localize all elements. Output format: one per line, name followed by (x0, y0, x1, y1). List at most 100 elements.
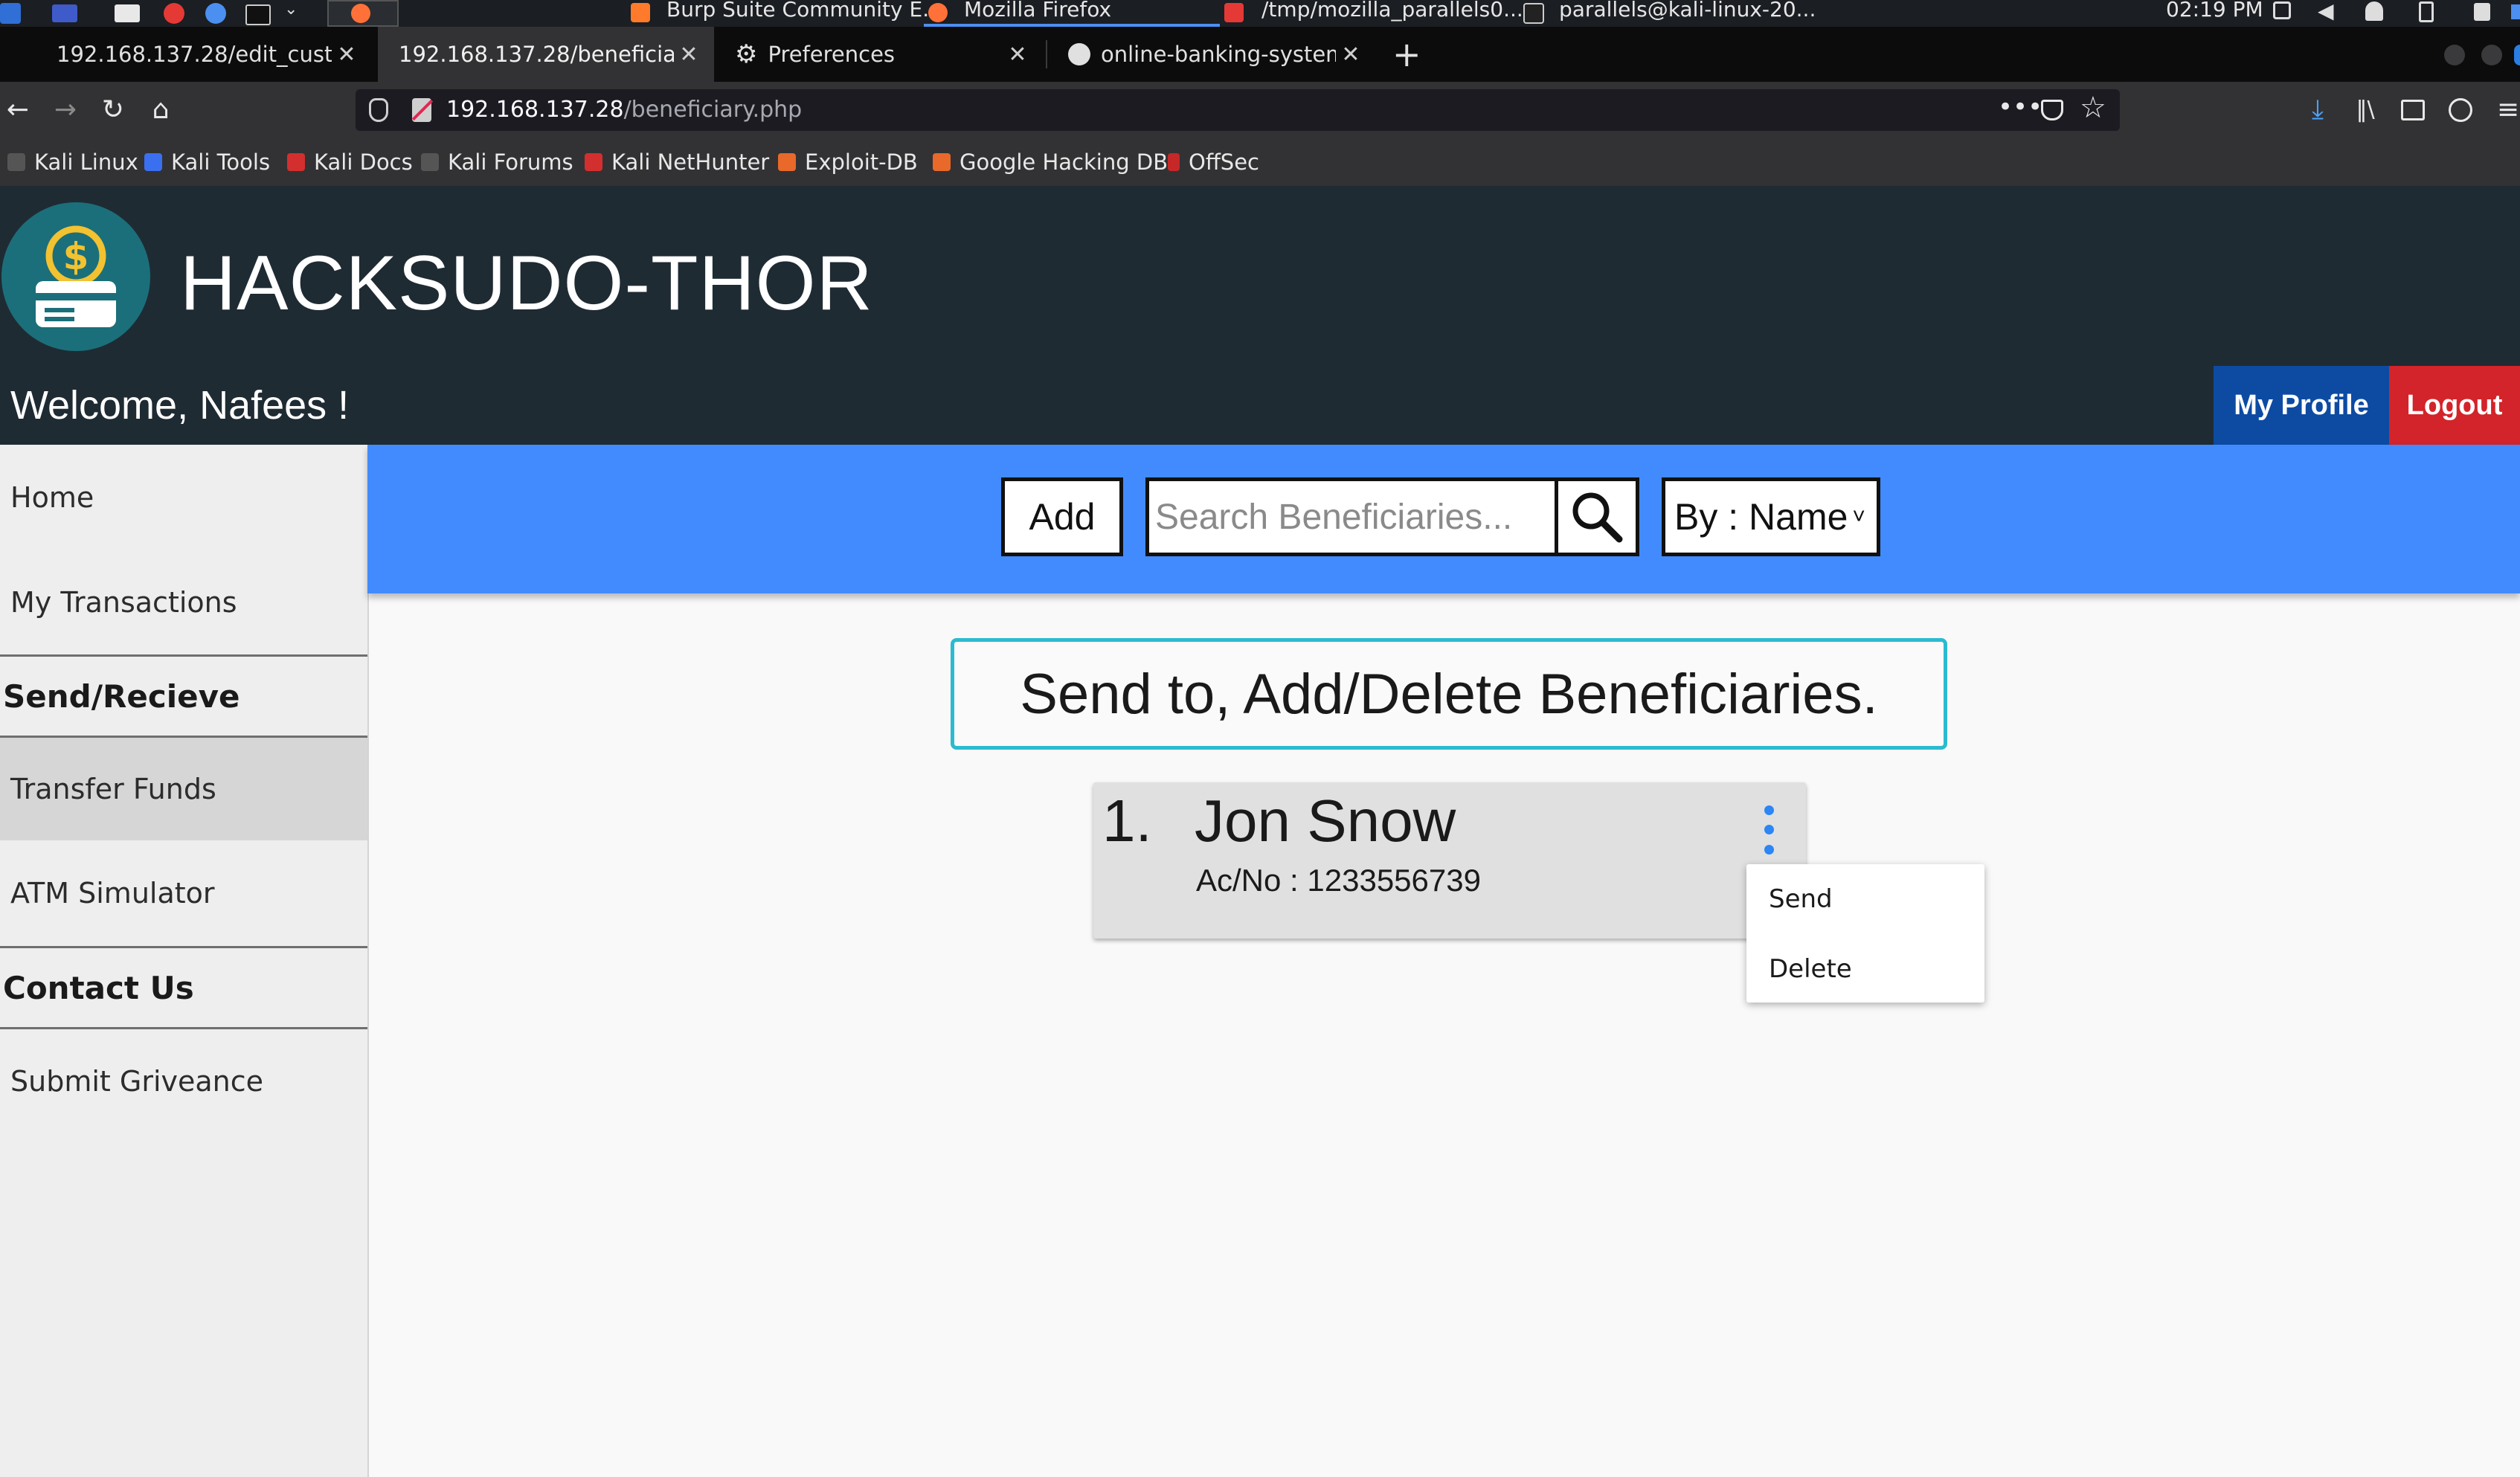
logout-button[interactable]: Logout (2389, 366, 2520, 445)
display-icon[interactable] (2273, 1, 2291, 19)
bookmarks-bar: Kali Linux Kali Tools Kali Docs Kali For… (0, 138, 2520, 186)
bookmark-kali-nethunter[interactable]: Kali NetHunter (585, 138, 769, 186)
sidebar-heading-contact: Contact Us (3, 969, 194, 1006)
tab-title: 192.168.137.28/beneficiary.p (399, 42, 674, 67)
bookmark-label: Exploit-DB (805, 149, 918, 175)
close-icon[interactable]: ✕ (674, 42, 704, 68)
firefox-icon (351, 4, 370, 23)
sidebar-toggle-icon[interactable] (2401, 100, 2425, 120)
sidebar-item-transactions[interactable]: My Transactions (0, 550, 367, 654)
taskbar-app-burp[interactable]: Burp Suite Community E... (666, 0, 942, 22)
window-maximize-button[interactable] (2481, 45, 2502, 65)
bookmark-kali-forums[interactable]: Kali Forums (421, 138, 573, 186)
url-text[interactable]: 192.168.137.28/beneficiary.php (446, 89, 802, 131)
bookmark-label: Google Hacking DB (960, 149, 1169, 175)
beneficiary-name: Jon Snow (1195, 788, 1456, 854)
power-icon[interactable] (2511, 4, 2520, 19)
site-title: HACKSUDO-THOR (180, 240, 873, 326)
sidebar-item-atm-simulator[interactable]: ATM Simulator (0, 840, 367, 946)
volume-icon[interactable]: ◀ (2318, 0, 2334, 23)
chevron-down-icon[interactable]: ⌄ (284, 0, 298, 19)
tab-beneficiary[interactable]: 192.168.137.28/beneficiary.p ✕ (378, 27, 714, 82)
close-icon[interactable]: ✕ (1003, 42, 1032, 68)
beneficiary-card[interactable]: 1. Jon Snow Ac/No : 1233556739 (1093, 782, 1806, 939)
window-close-button[interactable] (2514, 45, 2520, 65)
shield-icon[interactable] (369, 98, 388, 122)
kali-menu-icon[interactable] (0, 3, 21, 24)
bookmark-kali-docs[interactable]: Kali Docs (287, 138, 413, 186)
bookmark-exploit-db[interactable]: Exploit-DB (778, 138, 918, 186)
bookmark-kali-linux[interactable]: Kali Linux (7, 138, 138, 186)
taskbar-app-tmp[interactable]: /tmp/mozilla_parallels0... (1261, 0, 1523, 22)
forward-icon[interactable]: → (48, 92, 83, 128)
tab-github[interactable]: online-banking-system/m ✕ (1047, 27, 1376, 82)
page-actions-icon[interactable]: ••• (1998, 92, 2042, 122)
bookmark-offsec[interactable]: OffSec (1168, 138, 1259, 186)
download-icon[interactable]: ⤓ (2300, 92, 2336, 128)
bookmark-kali-tools[interactable]: Kali Tools (144, 138, 270, 186)
library-icon[interactable]: ‖\ (2347, 92, 2383, 128)
active-window-thumb[interactable] (327, 0, 399, 27)
url-host: 192.168.137.28 (446, 97, 624, 123)
text-editor-icon[interactable] (164, 3, 184, 24)
sidebar-item-submit-grievance[interactable]: Submit Griveance (0, 1029, 367, 1133)
page-heading: Send to, Add/Delete Beneficiaries. (951, 638, 1947, 750)
tab-title: Preferences (768, 42, 896, 67)
clock[interactable]: 02:19 PM (2166, 0, 2263, 22)
terminal-icon[interactable] (245, 4, 271, 25)
tab-preferences[interactable]: ⚙ Preferences ✕ (714, 27, 1043, 82)
battery-icon[interactable] (2419, 1, 2434, 22)
pocket-icon[interactable] (2041, 100, 2063, 120)
welcome-message: Welcome, Nafees ! (10, 383, 350, 428)
workspace-icon[interactable] (52, 4, 77, 22)
bookmark-google-hacking-db[interactable]: Google Hacking DB (933, 138, 1168, 186)
bookmark-label: Kali Forums (448, 149, 573, 175)
tab-title: online-banking-system/m (1101, 42, 1336, 67)
lock-insecure-icon[interactable] (411, 98, 434, 122)
sidebar: Home My Transactions Send/Recieve Transf… (0, 445, 369, 1477)
search-icon (1572, 492, 1623, 543)
more-options-icon[interactable] (1746, 800, 1791, 860)
menu-item-send[interactable]: Send (1746, 866, 1984, 933)
strike-icon (411, 99, 434, 121)
os-taskbar: ⌄ Burp Suite Community E... Mozilla Fire… (0, 0, 2520, 27)
hamburger-menu-icon[interactable]: ≡ (2496, 92, 2520, 128)
bookmark-label: Kali Docs (314, 149, 413, 175)
menu-item-delete[interactable]: Delete (1746, 936, 1984, 1003)
sidebar-item-home[interactable]: Home (0, 445, 367, 550)
add-beneficiary-button[interactable]: Add (1001, 477, 1123, 556)
notification-bell-icon[interactable] (2365, 1, 2383, 21)
back-icon[interactable]: ← (0, 92, 36, 128)
close-icon[interactable]: ✕ (1336, 42, 1366, 68)
sidebar-item-transfer-funds[interactable]: Transfer Funds (0, 738, 367, 840)
search-button[interactable] (1555, 477, 1639, 556)
my-profile-button[interactable]: My Profile (2214, 366, 2389, 445)
new-tab-button[interactable]: + (1392, 34, 1421, 74)
browser-tab-bar: 192.168.137.28/edit_custome ✕ 192.168.13… (0, 27, 2520, 82)
svg-text:$: $ (63, 235, 89, 278)
url-path: /beneficiary.php (623, 97, 803, 123)
bookmark-label: Kali NetHunter (611, 149, 770, 175)
account-icon[interactable] (2449, 98, 2472, 122)
nethunter-icon (585, 153, 602, 171)
file-manager-icon[interactable] (115, 4, 140, 22)
sort-by-select[interactable]: By : Name ˅ (1662, 477, 1880, 556)
window-minimize-button[interactable] (2444, 45, 2465, 65)
browser-icon[interactable] (205, 3, 226, 24)
firefox-icon (928, 3, 948, 22)
reload-icon[interactable]: ↻ (95, 92, 131, 128)
bookmark-star-icon[interactable]: ☆ (2080, 91, 2106, 125)
kali-docs-icon (287, 153, 305, 171)
tab-edit-customer[interactable]: 192.168.137.28/edit_custome ✕ (36, 27, 372, 82)
home-icon[interactable]: ⌂ (143, 92, 179, 128)
chevron-down-icon: ˅ (1852, 504, 1865, 529)
taskbar-app-firefox[interactable]: Mozilla Firefox (964, 0, 1111, 22)
search-beneficiaries-input[interactable] (1145, 477, 1559, 556)
money-card-icon: $ (36, 225, 116, 327)
lock-icon[interactable] (2474, 3, 2490, 21)
bookmark-label: OffSec (1189, 149, 1260, 175)
close-icon[interactable]: ✕ (332, 42, 361, 68)
url-bar[interactable]: 192.168.137.28/beneficiary.php ••• ☆ (356, 89, 2120, 131)
terminal-icon (1523, 3, 1544, 24)
taskbar-app-terminal[interactable]: parallels@kali-linux-20... (1559, 0, 1816, 22)
